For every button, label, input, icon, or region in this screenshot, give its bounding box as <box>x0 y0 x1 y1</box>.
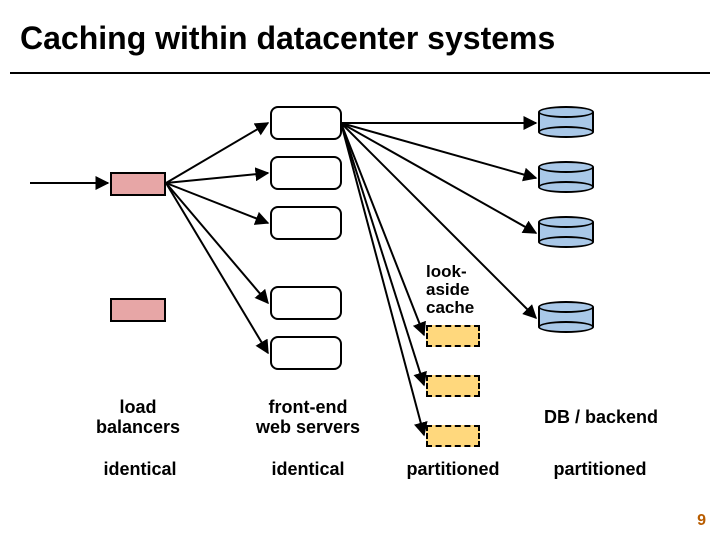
page-number: 9 <box>697 512 706 530</box>
slide: Caching within datacenter systems <box>0 0 720 540</box>
db-3 <box>538 216 594 246</box>
web-server-4 <box>270 286 342 320</box>
cache-3 <box>426 425 480 447</box>
identical-2-label: identical <box>258 460 358 480</box>
front-end-label: front-end web servers <box>243 398 373 438</box>
web-server-2 <box>270 156 342 190</box>
web-server-5 <box>270 336 342 370</box>
web-server-3 <box>270 206 342 240</box>
page-title: Caching within datacenter systems <box>20 20 555 57</box>
db-4 <box>538 301 594 331</box>
db-backend-label: DB / backend <box>526 408 676 428</box>
db-1 <box>538 106 594 136</box>
load-balancer-1 <box>110 172 166 196</box>
load-balancers-label: load balancers <box>78 398 198 438</box>
load-balancer-2 <box>110 298 166 322</box>
partitioned-1-label: partitioned <box>398 460 508 480</box>
db-2 <box>538 161 594 191</box>
title-rule <box>10 72 710 74</box>
cache-1 <box>426 325 480 347</box>
cache-2 <box>426 375 480 397</box>
lookaside-label: look- aside cache <box>426 263 474 317</box>
web-server-1 <box>270 106 342 140</box>
identical-1-label: identical <box>90 460 190 480</box>
partitioned-2-label: partitioned <box>540 460 660 480</box>
